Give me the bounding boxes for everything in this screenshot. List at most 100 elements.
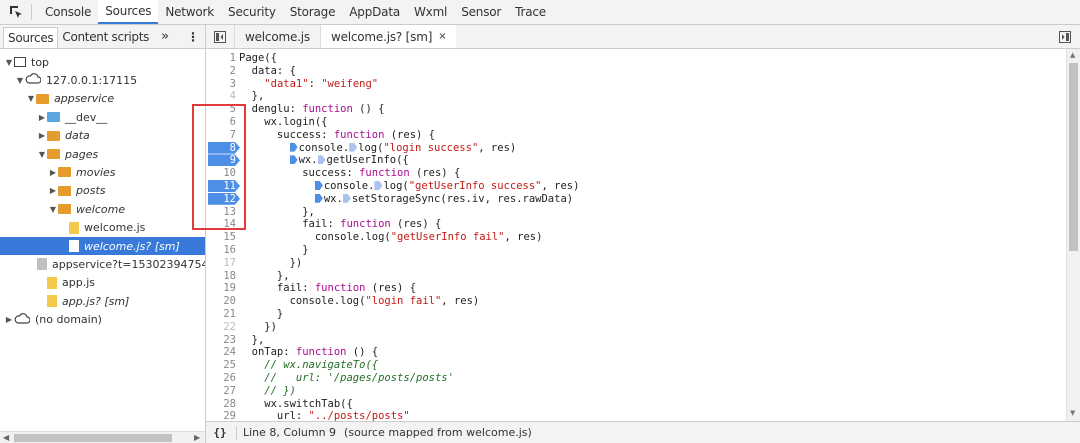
pretty-print-icon[interactable]: {} xyxy=(206,426,234,439)
code-line[interactable]: console.log("login fail", res) xyxy=(239,295,480,308)
line-number[interactable]: 24 xyxy=(206,346,236,359)
tab-sensor[interactable]: Sensor xyxy=(454,0,508,24)
line-number[interactable]: 17 xyxy=(206,257,236,270)
line-number[interactable]: 25 xyxy=(206,359,236,372)
code-line[interactable]: fail: function (res) { xyxy=(239,218,441,231)
close-icon[interactable]: × xyxy=(438,31,446,42)
scroll-down-icon[interactable]: ▼ xyxy=(1070,409,1075,417)
line-number[interactable]: 29 xyxy=(206,410,236,421)
tab-storage[interactable]: Storage xyxy=(283,0,343,24)
code-editor[interactable]: 1 Page({2 data: {3 "data1": "weifeng" 4 },… xyxy=(206,49,1066,421)
toggle-navigator-icon[interactable] xyxy=(206,25,234,48)
line-number[interactable]: 26 xyxy=(206,372,236,385)
code-line[interactable]: } xyxy=(239,244,308,257)
code-line[interactable]: wx.login({ xyxy=(239,116,327,129)
more-tabs-icon[interactable]: » xyxy=(153,25,177,48)
tree-item[interactable]: welcome.js xyxy=(0,219,205,237)
tab-wxml[interactable]: Wxml xyxy=(407,0,454,24)
code-line[interactable]: wx. setStorageSync(res.iv, res.rawData) xyxy=(239,193,573,206)
scroll-right-icon[interactable]: ▶ xyxy=(194,433,200,442)
code-line[interactable]: }) xyxy=(239,257,303,270)
tree-item[interactable]: welcome.js? [sm] xyxy=(0,237,205,255)
line-number[interactable]: 19 xyxy=(206,282,236,295)
tree-item[interactable]: app.js? [sm] xyxy=(0,292,205,310)
cursor-select-icon[interactable] xyxy=(0,4,32,20)
code-line[interactable]: Page({ xyxy=(239,52,277,65)
code-line[interactable]: console. log("login success", res) xyxy=(239,142,516,155)
code-line[interactable]: // url: '/pages/posts/posts' xyxy=(239,372,454,385)
line-number[interactable]: 23 xyxy=(206,334,236,347)
collapsed-arrow-icon[interactable]: ▶ xyxy=(48,186,58,195)
code-line[interactable]: data: { xyxy=(239,65,296,78)
code-line[interactable]: denglu: function () { xyxy=(239,103,385,116)
collapsed-arrow-icon[interactable]: ▶ xyxy=(4,315,14,324)
expanded-arrow-icon[interactable]: ▼ xyxy=(26,94,36,103)
line-number[interactable]: 1 xyxy=(206,52,236,65)
code-line[interactable]: console.log("getUserInfo fail", res) xyxy=(239,231,543,244)
code-line[interactable]: wx.switchTab({ xyxy=(239,398,353,411)
expanded-arrow-icon[interactable]: ▼ xyxy=(15,76,25,85)
line-number[interactable]: 27 xyxy=(206,385,236,398)
toggle-debugger-icon[interactable] xyxy=(1050,25,1080,48)
tab-trace[interactable]: Trace xyxy=(508,0,553,24)
collapsed-arrow-icon[interactable]: ▶ xyxy=(37,113,47,122)
code-line[interactable]: fail: function (res) { xyxy=(239,282,416,295)
line-number[interactable]: 21 xyxy=(206,308,236,321)
tab-appdata[interactable]: AppData xyxy=(342,0,407,24)
tree-item[interactable]: ▶ posts xyxy=(0,182,205,200)
collapsed-arrow-icon[interactable]: ▶ xyxy=(37,131,47,140)
expanded-arrow-icon[interactable]: ▼ xyxy=(37,150,47,159)
tree-item[interactable]: ▼ top xyxy=(0,53,205,71)
code-line[interactable]: }) xyxy=(239,321,277,334)
code-line[interactable]: success: function (res) { xyxy=(239,129,435,142)
line-number[interactable]: 15 xyxy=(206,231,236,244)
code-line[interactable]: url: "../posts/posts" xyxy=(239,410,410,421)
code-line[interactable]: }, xyxy=(239,90,265,103)
code-line[interactable]: }, xyxy=(239,206,315,219)
kebab-menu-icon[interactable]: ⋮ xyxy=(181,25,205,48)
line-number[interactable]: 16 xyxy=(206,244,236,257)
code-line[interactable]: }, xyxy=(239,270,290,283)
collapsed-arrow-icon[interactable]: ▶ xyxy=(48,168,58,177)
tab-network[interactable]: Network xyxy=(158,0,221,24)
tree-item[interactable]: ▶ data xyxy=(0,127,205,145)
scrollbar-thumb[interactable] xyxy=(1069,63,1078,251)
tree-item[interactable]: ▶ (no domain) xyxy=(0,311,205,329)
expanded-arrow-icon[interactable]: ▼ xyxy=(4,58,14,67)
line-number[interactable]: 22 xyxy=(206,321,236,334)
tree-item[interactable]: app.js xyxy=(0,274,205,292)
code-line[interactable]: // wx.navigateTo({ xyxy=(239,359,378,372)
tree-item[interactable]: ▼ pages xyxy=(0,145,205,163)
editor-tab-welcome-js-sm[interactable]: welcome.js? [sm] × xyxy=(319,25,457,48)
scroll-up-icon[interactable]: ▲ xyxy=(1070,51,1075,59)
expanded-arrow-icon[interactable]: ▼ xyxy=(48,205,58,214)
code-line[interactable]: success: function (res) { xyxy=(239,167,460,180)
tab-security[interactable]: Security xyxy=(221,0,283,24)
tab-sources[interactable]: Sources xyxy=(3,27,59,48)
tab-content-scripts[interactable]: Content scripts xyxy=(58,25,153,48)
tree-item[interactable]: ▼ appservice xyxy=(0,90,205,108)
tab-sources[interactable]: Sources xyxy=(98,0,159,24)
code-line[interactable]: console. log("getUserInfo success", res) xyxy=(239,180,579,193)
line-number[interactable]: 20 xyxy=(206,295,236,308)
tree-item[interactable]: ▼ welcome xyxy=(0,200,205,218)
code-line[interactable]: onTap: function () { xyxy=(239,346,378,359)
line-number[interactable]: 28 xyxy=(206,398,236,411)
line-number[interactable]: 3 xyxy=(206,78,236,91)
code-line[interactable]: }, xyxy=(239,334,265,347)
tab-console[interactable]: Console xyxy=(38,0,98,24)
line-number[interactable]: 4 xyxy=(206,90,236,103)
scrollbar-thumb[interactable] xyxy=(14,434,172,442)
editor-tab-welcome-js[interactable]: welcome.js xyxy=(234,25,320,48)
code-line[interactable]: } xyxy=(239,308,283,321)
tree-item[interactable]: appservice?t=153023947547 xyxy=(0,255,205,273)
editor-vertical-scrollbar[interactable]: ▲ ▼ xyxy=(1066,49,1080,421)
code-line[interactable]: "data1": "weifeng" xyxy=(239,78,378,91)
tree-item[interactable]: ▶ movies xyxy=(0,163,205,181)
code-line[interactable]: // }) xyxy=(239,385,296,398)
line-number[interactable]: 18 xyxy=(206,270,236,283)
tree-item[interactable]: ▶ __dev__ xyxy=(0,108,205,126)
navigator-horizontal-scrollbar[interactable]: ◀ ▶ xyxy=(0,431,205,443)
code-line[interactable]: wx. getUserInfo({ xyxy=(239,154,409,167)
scroll-left-icon[interactable]: ◀ xyxy=(3,433,9,442)
